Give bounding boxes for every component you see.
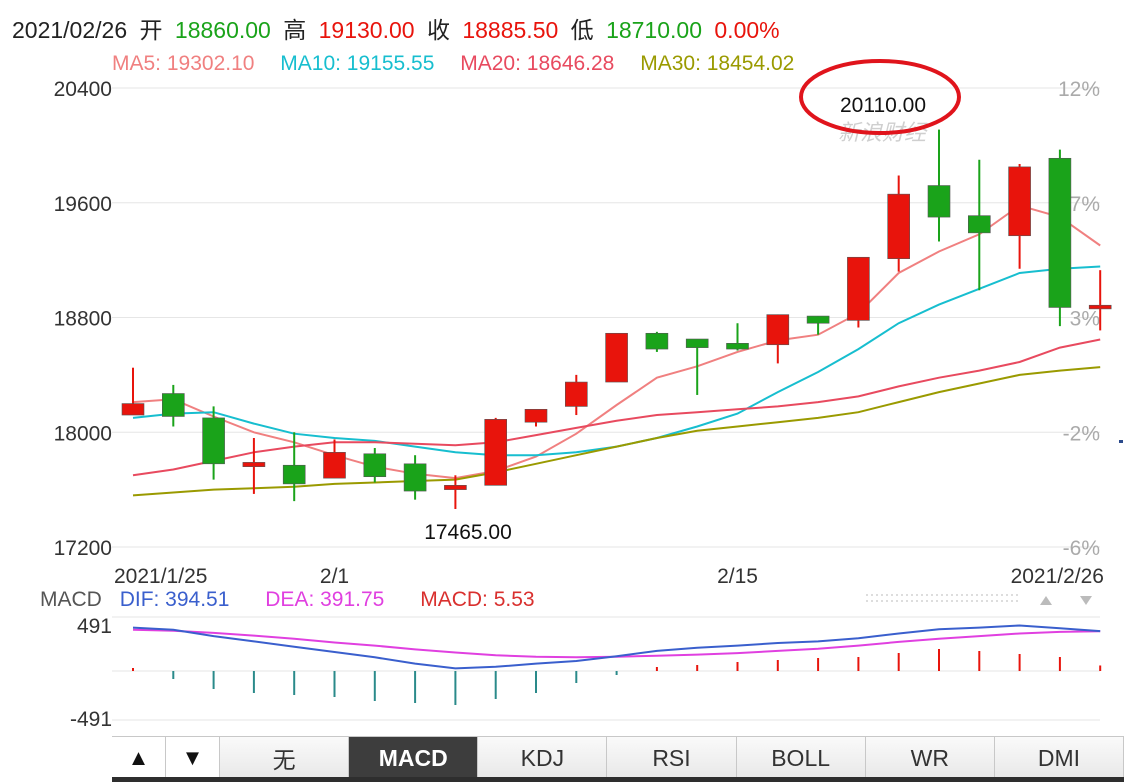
candle-down bbox=[202, 417, 225, 465]
macd-tick-top: 491 bbox=[77, 615, 112, 638]
candle-up bbox=[444, 485, 467, 490]
header-close-label: 收 bbox=[427, 17, 450, 43]
date-tick-label: 2/1 bbox=[320, 565, 349, 588]
candle-up bbox=[605, 332, 628, 383]
header-open: 18860.00 bbox=[175, 17, 271, 43]
candle-up bbox=[564, 381, 588, 407]
candle-up bbox=[121, 403, 145, 416]
ma30-legend: MA30: 18454.02 bbox=[640, 52, 794, 75]
candle-up bbox=[1088, 304, 1112, 310]
candle-down bbox=[282, 464, 306, 485]
indicator-tab-bar: ▲ ▼ 无 MACD KDJ RSI BOLL WR DMI bbox=[112, 736, 1124, 779]
candle-down bbox=[363, 453, 387, 478]
header-high-label: 高 bbox=[283, 17, 306, 43]
macd-title: MACD bbox=[40, 588, 102, 611]
macd-grid bbox=[112, 616, 1100, 721]
dif-line bbox=[132, 624, 1101, 670]
candle-up bbox=[323, 452, 346, 479]
kline-chart: 2021/02/26 开 18860.00 高 19130.00 收 18885… bbox=[12, 17, 1123, 731]
date-tick-label: 2021/2/26 bbox=[1011, 565, 1104, 588]
candle-up bbox=[887, 193, 911, 259]
trough-label: 17465.00 bbox=[424, 521, 512, 544]
percent-axis: 12% 7% 3% -2% -6% bbox=[1058, 78, 1100, 560]
date-tick-label: 2/15 bbox=[717, 565, 758, 588]
percent-tick-label: 7% bbox=[1070, 193, 1100, 216]
tab-kdj[interactable]: KDJ bbox=[478, 737, 608, 779]
price-tick-label: 18800 bbox=[54, 308, 112, 331]
scroll-up-button[interactable]: ▲ bbox=[112, 737, 166, 779]
ma20-legend: MA20: 18646.28 bbox=[460, 52, 614, 75]
tab-rsi[interactable]: RSI bbox=[607, 737, 737, 779]
candle-up bbox=[524, 408, 548, 423]
percent-tick-label: 12% bbox=[1058, 78, 1100, 101]
candle-down bbox=[1048, 157, 1072, 308]
candle-up bbox=[766, 314, 790, 346]
candle-down bbox=[645, 332, 669, 350]
candle-up bbox=[1008, 166, 1031, 237]
price-tick-label: 20400 bbox=[54, 78, 112, 101]
tab-wr[interactable]: WR bbox=[865, 737, 995, 779]
macd-lines bbox=[132, 624, 1101, 670]
cursor-marker bbox=[1119, 440, 1123, 443]
tab-none[interactable]: 无 bbox=[220, 737, 350, 779]
header-date: 2021/02/26 bbox=[12, 17, 127, 43]
macd-value-legend: MACD: 5.53 bbox=[420, 588, 534, 611]
candles bbox=[121, 129, 1112, 509]
price-tick-label: 19600 bbox=[54, 193, 112, 216]
candle-down bbox=[403, 463, 427, 492]
percent-tick-label: -6% bbox=[1063, 537, 1100, 560]
candle-down bbox=[685, 338, 709, 348]
ma30-line bbox=[132, 366, 1101, 497]
candle-down bbox=[726, 343, 749, 350]
candle-down bbox=[162, 393, 185, 417]
header-low: 18710.00 bbox=[606, 17, 702, 43]
bottom-bar bbox=[112, 777, 1124, 782]
header-open-label: 开 bbox=[140, 17, 163, 43]
date-tick-label: 2021/1/25 bbox=[114, 565, 207, 588]
dif-legend: DIF: 394.51 bbox=[120, 588, 230, 611]
panel-up-icon[interactable] bbox=[1040, 596, 1052, 605]
tab-boll[interactable]: BOLL bbox=[736, 737, 866, 779]
ma-legend: MA5: 19302.10 MA10: 19155.55 MA20: 18646… bbox=[112, 52, 794, 75]
scroll-down-button[interactable]: ▼ bbox=[166, 737, 220, 779]
tab-macd[interactable]: MACD bbox=[349, 737, 479, 779]
header-low-label: 低 bbox=[571, 17, 594, 43]
macd-tick-bottom: -491 bbox=[70, 708, 112, 731]
price-axis: 20400 19600 18800 18000 17200 bbox=[54, 78, 112, 560]
price-grid bbox=[112, 87, 1100, 548]
percent-tick-label: 3% bbox=[1070, 308, 1100, 331]
percent-tick-label: -2% bbox=[1063, 422, 1100, 445]
ma10-legend: MA10: 19155.55 bbox=[280, 52, 434, 75]
dea-legend: DEA: 391.75 bbox=[265, 588, 384, 611]
svg-text:2021/02/26 开 18860.00: 2021/02/26 开 18860.00 高 19130.00 收 18885… bbox=[12, 17, 780, 43]
date-axis: 2021/1/25 2/1 2/15 2021/2/26 bbox=[114, 565, 1104, 588]
candle-up bbox=[484, 419, 508, 486]
price-tick-label: 17200 bbox=[54, 537, 112, 560]
candle-down bbox=[967, 215, 991, 234]
macd-legend: MACD DIF: 394.51 DEA: 391.75 MACD: 5.53 bbox=[40, 588, 535, 611]
candle-down bbox=[927, 185, 951, 218]
panel-down-icon[interactable] bbox=[1080, 596, 1092, 605]
price-tick-label: 18000 bbox=[54, 422, 112, 445]
candle-up bbox=[242, 462, 266, 467]
header-high: 19130.00 bbox=[319, 17, 415, 43]
macd-axis: 491 -491 bbox=[70, 615, 112, 731]
peak-label: 20110.00 bbox=[840, 94, 926, 117]
tab-dmi[interactable]: DMI bbox=[994, 737, 1124, 779]
dea-line bbox=[132, 628, 1101, 659]
header-change: 0.00% bbox=[714, 17, 779, 43]
candle-down bbox=[806, 315, 830, 324]
ma5-legend: MA5: 19302.10 bbox=[112, 52, 254, 75]
candle-up bbox=[847, 256, 870, 321]
header-close: 18885.50 bbox=[462, 17, 558, 43]
